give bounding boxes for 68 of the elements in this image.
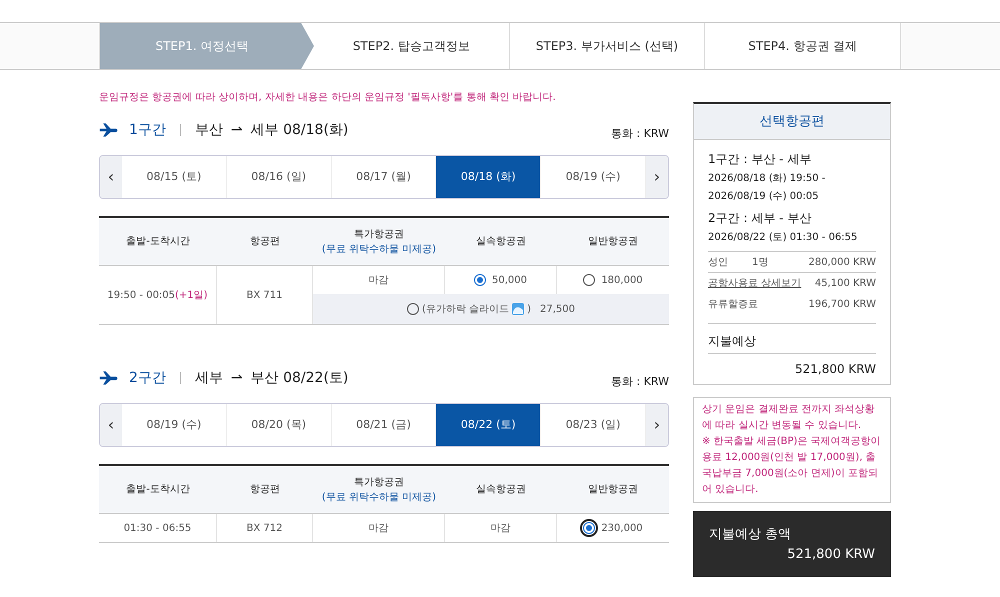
fee-amount: 45,100 KRW xyxy=(814,277,876,291)
time-cell-text: 01:30 - 06:55 xyxy=(124,522,192,536)
column-header: 실속항공권 xyxy=(476,483,526,497)
route-arrow: ⇀ xyxy=(230,120,243,140)
fare-price: 50,000 xyxy=(492,274,527,288)
fare-label-end: ) xyxy=(527,302,531,316)
previous-date-button[interactable]: ‹ xyxy=(100,156,122,198)
fee-label: 유류할증료 xyxy=(708,298,758,312)
airport-fee-link[interactable]: 공항사용료 상세보기 xyxy=(708,276,802,291)
leg-title: 1구간 : 부산 - 세부 xyxy=(708,151,812,168)
airplane-icon xyxy=(99,122,119,138)
total-label: 지불예상 총액 xyxy=(709,526,792,544)
leg-time: 2026/08/18 (화) 19:50 - xyxy=(708,172,826,186)
column-header: 일반항공권 xyxy=(588,483,638,497)
currency-label: 통화 : KRW xyxy=(611,374,669,390)
airplane-icon xyxy=(99,370,119,386)
estimate-label: 지불예상 xyxy=(708,334,756,348)
fare-price: 27,500 xyxy=(540,302,575,316)
currency-label: 통화 : KRW xyxy=(611,126,669,142)
fare-change-warning: 상기 운임은 결제완료 전까지 좌석상황에 따라 실시간 변동될 수 있습니다. ※ 한국출발 세금(BP)은 국제여객공항이용료 12,000원(인천 발 17,000원), 출국납부금 7,000원(소아 면제)이 포함되어 있습니다. xyxy=(702,403,882,497)
fee-label: 성인 xyxy=(708,256,728,270)
flight-cell-text: BX 712 xyxy=(246,522,282,536)
route-origin: 부산 xyxy=(194,120,223,140)
date-tab[interactable]: 08/18 (화) xyxy=(436,156,542,198)
radio-button[interactable] xyxy=(583,522,596,534)
total-amount: 521,800 KRW xyxy=(787,546,875,564)
route-destination: 세부 08/18(화) xyxy=(250,120,348,140)
fare-price: 180,000 xyxy=(601,274,643,288)
time-cell-text: 19:50 - 00:05(+1일) xyxy=(107,288,208,302)
closed-label: 마감 xyxy=(490,522,510,536)
route-origin: 세부 xyxy=(194,368,223,388)
column-header: 실속항공권 xyxy=(476,235,526,249)
fee-amount: 280,000 KRW xyxy=(808,256,876,270)
next-date-button[interactable]: › xyxy=(646,156,668,198)
segment-label: 2구간 xyxy=(129,368,166,388)
step-tab[interactable]: STEP3. 부가서비스 (선택) xyxy=(508,23,704,69)
radio-button[interactable] xyxy=(474,274,486,286)
column-note: (무료 위탁수하물 미제공) xyxy=(322,490,436,504)
wave-icon xyxy=(512,303,524,315)
column-header: 출발-도착시간 xyxy=(126,483,190,497)
fare-label: (유가하락 슬라이드 xyxy=(422,302,510,316)
radio-button[interactable] xyxy=(583,274,596,286)
route-arrow: ⇀ xyxy=(230,368,243,388)
column-header: 출발-도착시간 xyxy=(126,235,190,249)
leg-title: 2구간 : 세부 - 부산 xyxy=(708,210,812,227)
column-header: 항공편 xyxy=(250,483,280,497)
radio-button[interactable] xyxy=(407,303,419,315)
leg-time: 2026/08/19 (수) 00:05 xyxy=(708,190,820,204)
previous-date-button[interactable]: ‹ xyxy=(100,404,122,446)
column-header: 항공편 xyxy=(250,235,280,249)
column-header: 특가항공권 xyxy=(354,476,404,490)
segment-label: 1구간 xyxy=(129,120,166,140)
next-date-button[interactable]: › xyxy=(646,404,668,446)
estimate-amount: 521,800 KRW xyxy=(794,361,876,378)
closed-label: 마감 xyxy=(368,522,388,536)
route-destination: 부산 08/22(토) xyxy=(250,368,348,388)
panel-title: 선택항공편 xyxy=(760,112,824,131)
fare-price: 230,000 xyxy=(601,522,643,536)
fare-rule-notice: 운임규정은 항공권에 따라 상이하며, 자세한 내용은 하단의 운임규정 '필독사항'를 통해 확인 바랍니다. xyxy=(99,91,557,105)
closed-label: 마감 xyxy=(368,274,388,288)
passenger-count: 1명 xyxy=(752,256,768,270)
column-header: 일반항공권 xyxy=(588,235,638,249)
fee-amount: 196,700 KRW xyxy=(808,298,876,312)
column-header: 특가항공권 xyxy=(354,228,404,242)
leg-time: 2026/08/22 (토) 01:30 - 06:55 xyxy=(708,231,858,245)
date-tab[interactable]: 08/22 (토) xyxy=(436,404,542,446)
flight-cell-text: BX 711 xyxy=(246,288,282,302)
column-note: (무료 위탁수하물 미제공) xyxy=(322,242,436,256)
